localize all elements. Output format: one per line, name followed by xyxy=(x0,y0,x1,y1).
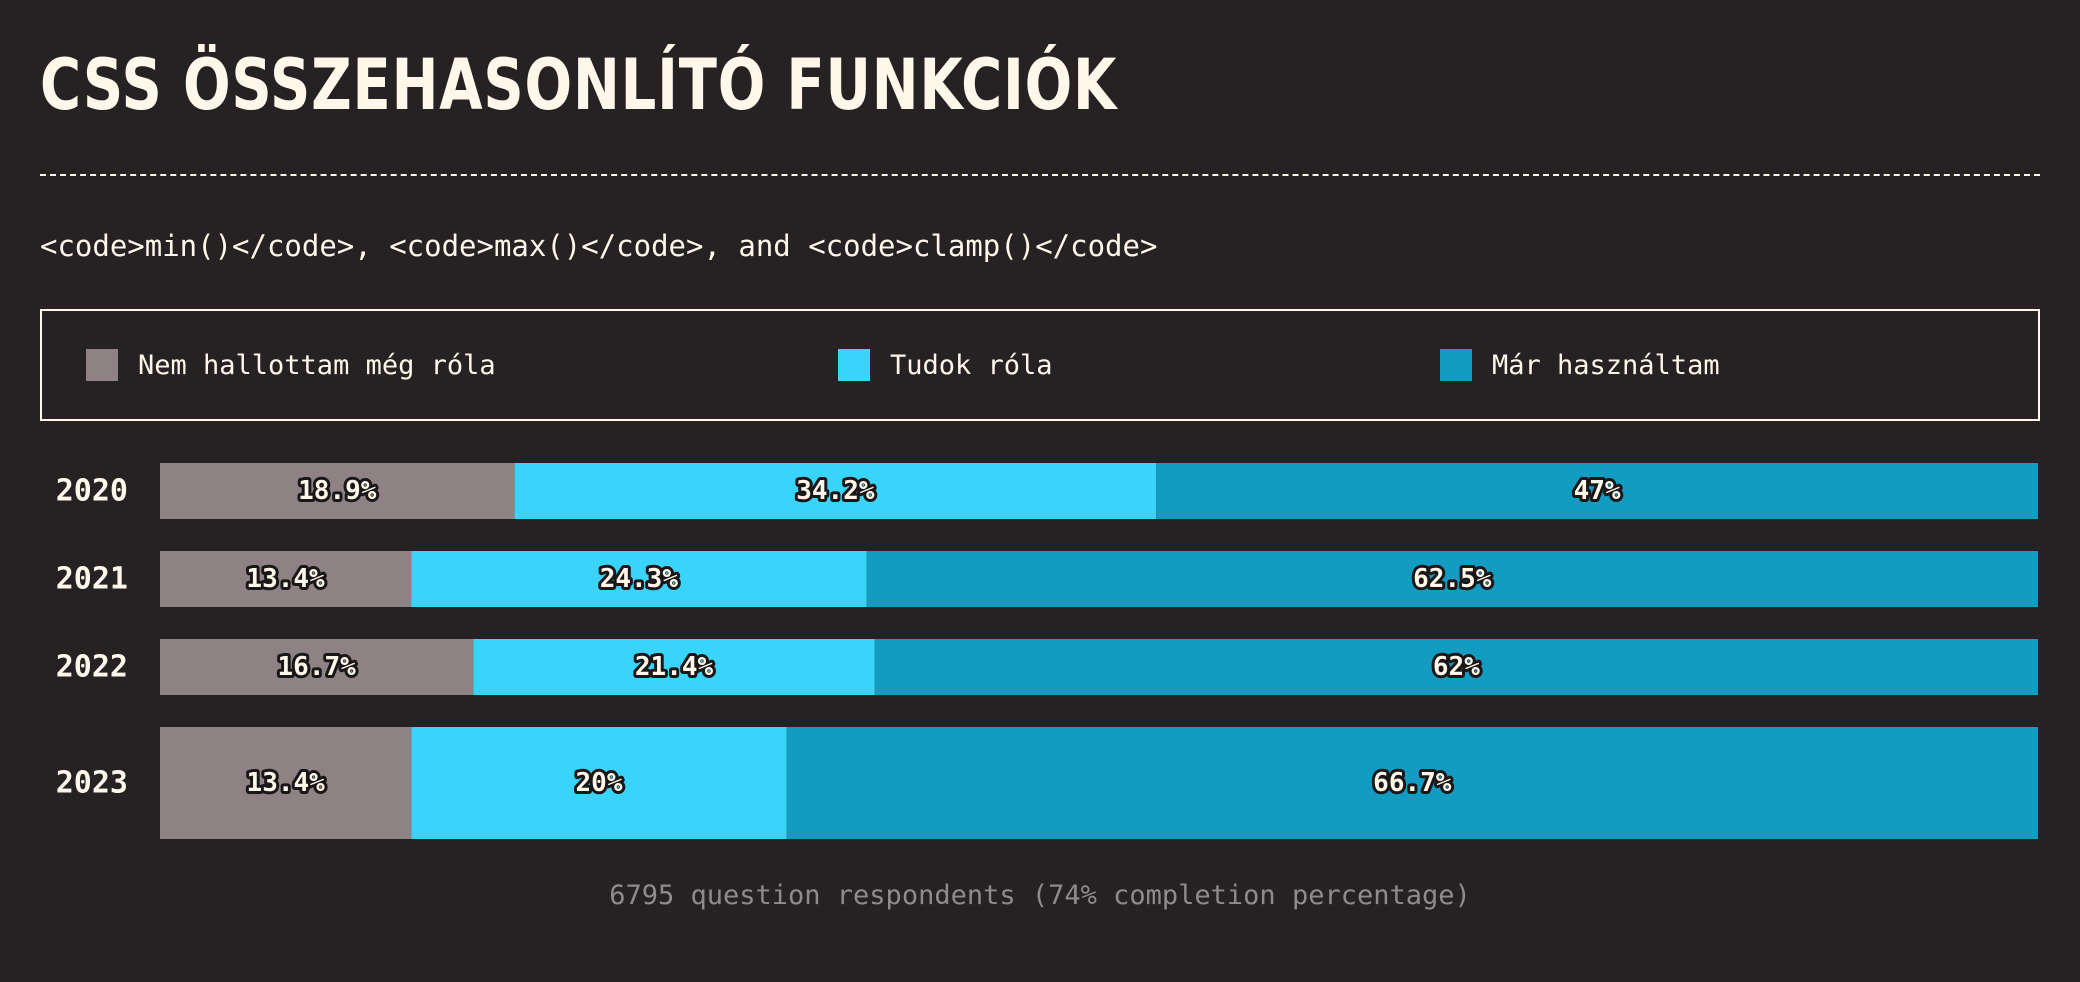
year-label-2022: 2022 xyxy=(56,650,128,685)
bar-value-label-2023-1: 13.4% xyxy=(247,768,326,798)
stacked-bar-chart: 2020 18.9% 34.2% 47% 2021 13.4% 24.3% 62.5% 2022… xyxy=(56,463,2039,839)
bar-value-label-2021-2: 24.3% xyxy=(600,564,679,594)
bar-value-label-2021-1: 13.4% xyxy=(246,564,325,594)
bar-value-label-2022-1: 16.7% xyxy=(278,652,357,682)
bar-value-label-2020-3: 47% xyxy=(1574,476,1621,506)
bar-value-label-2022-3: 62% xyxy=(1433,652,1480,682)
bar-value-label-2023-2: 20% xyxy=(576,768,623,798)
year-label-2023: 2023 xyxy=(56,766,128,801)
bar-value-label-2020-2: 34.2% xyxy=(796,476,875,506)
year-label-2021: 2021 xyxy=(56,562,128,597)
year-label-2020: 2020 xyxy=(56,474,128,509)
bar-value-label-2022-2: 21.4% xyxy=(635,652,714,682)
bar-value-label-2023-3: 66.7% xyxy=(1373,768,1452,798)
respondents-footnote: 6795 question respondents (74% completio… xyxy=(609,880,1471,911)
bar-value-label-2021-3: 62.5% xyxy=(1413,564,1492,594)
bar-value-label-2020-1: 18.9% xyxy=(298,476,377,506)
